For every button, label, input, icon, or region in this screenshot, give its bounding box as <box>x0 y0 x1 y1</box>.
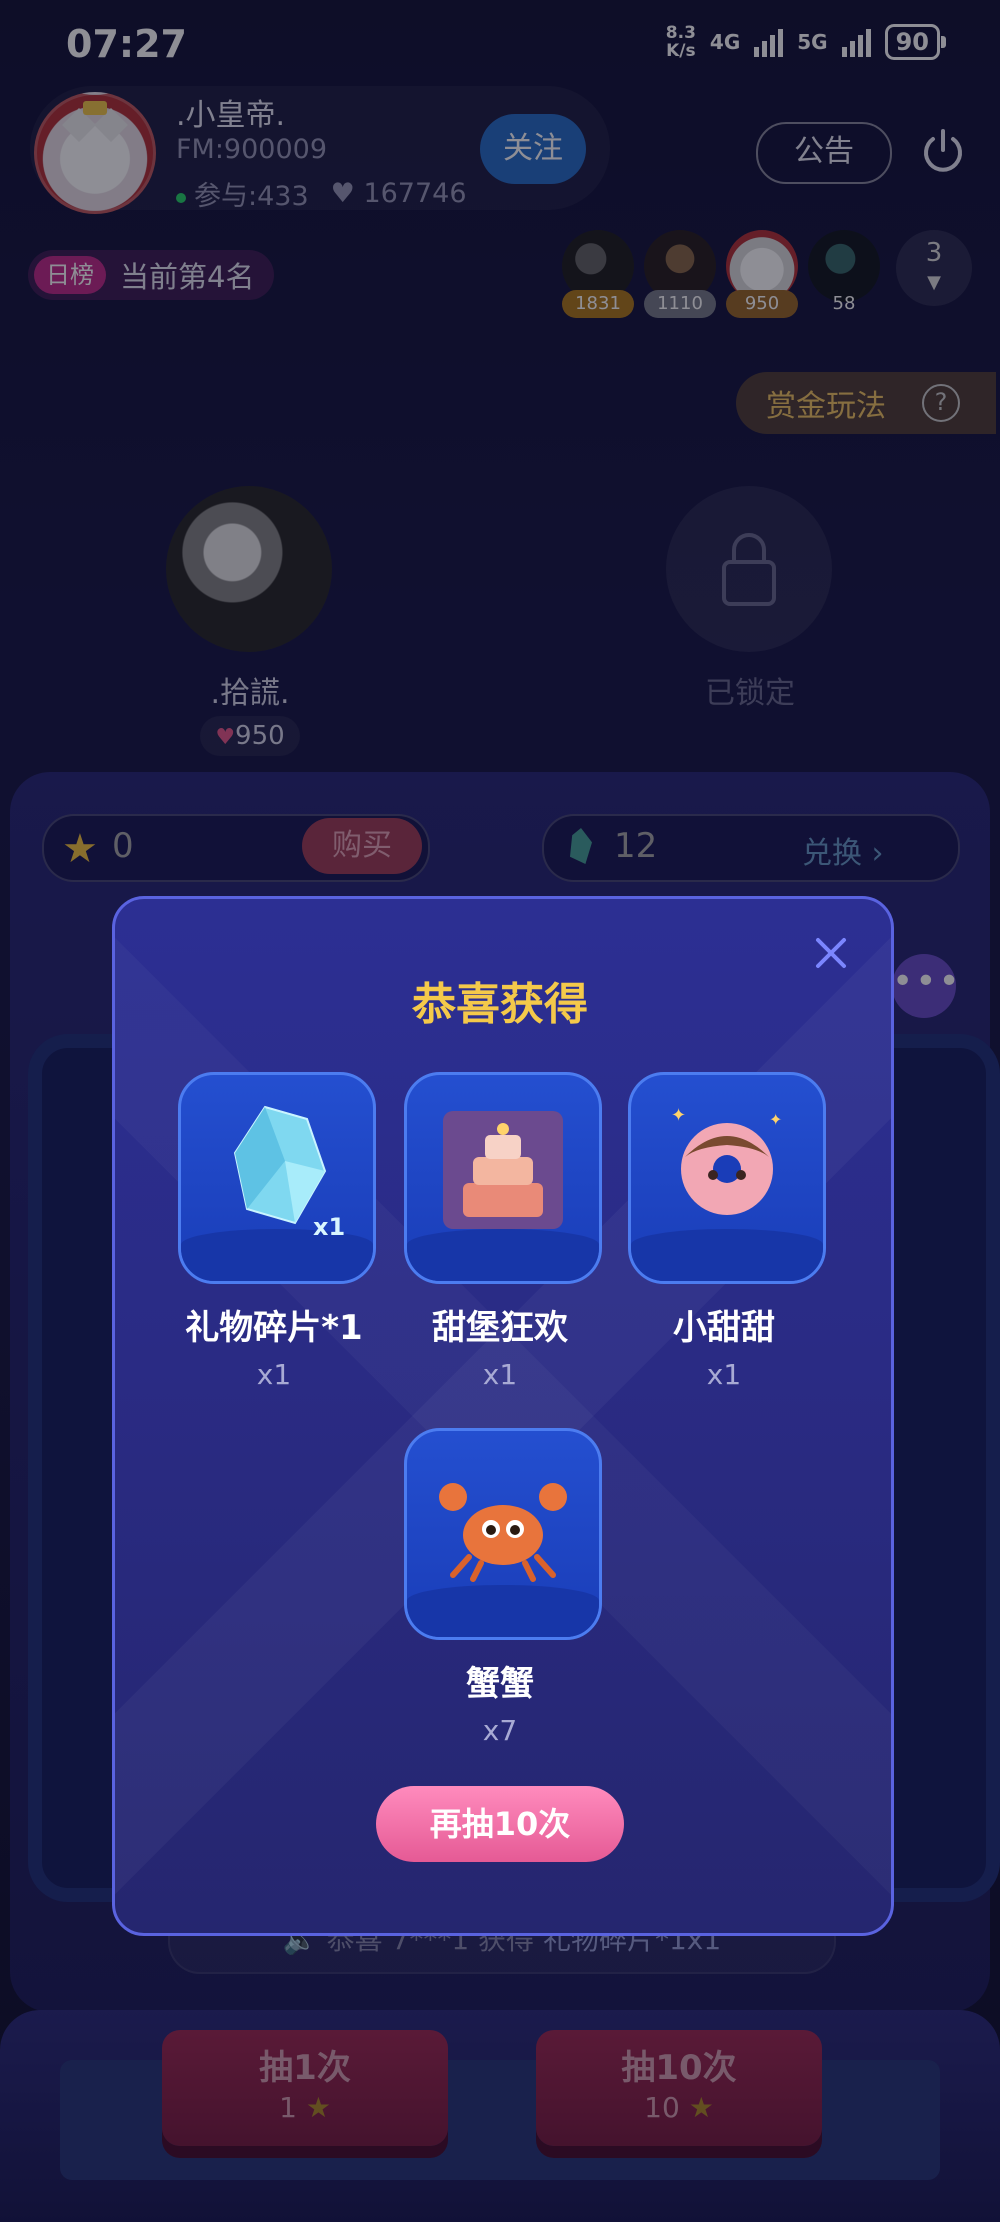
draw-again-button[interactable]: 再抽10次 <box>376 1786 624 1862</box>
prize-name: 甜堡狂欢 <box>432 1308 568 1348</box>
prize-count: x7 <box>482 1714 518 1747</box>
modal-title: 恭喜获得 <box>412 979 588 1030</box>
prize-count: x1 <box>706 1358 742 1391</box>
crab-icon <box>439 1483 567 1582</box>
reward-modal <box>112 896 894 1936</box>
prize-card <box>404 1428 602 1640</box>
prize-card: x1 <box>178 1072 376 1284</box>
prize-name: 小甜甜 <box>673 1308 775 1348</box>
cake-castle-icon <box>443 1111 563 1229</box>
prize-name: 蟹蟹 <box>466 1664 534 1704</box>
prize-card: ✦ ✦ <box>628 1072 826 1284</box>
prize-card <box>404 1072 602 1284</box>
crystal-shard-icon <box>233 1105 327 1225</box>
svg-text:✦: ✦ <box>769 1110 782 1129</box>
prize-count: x1 <box>482 1358 518 1391</box>
close-icon[interactable] <box>812 934 850 972</box>
svg-text:✦: ✦ <box>671 1105 686 1126</box>
donut-icon: ✦ ✦ <box>671 1105 782 1215</box>
prize-count: x1 <box>256 1358 292 1391</box>
corner-count: x1 <box>313 1213 346 1241</box>
prize-name: 礼物碎片*1 <box>185 1308 363 1348</box>
